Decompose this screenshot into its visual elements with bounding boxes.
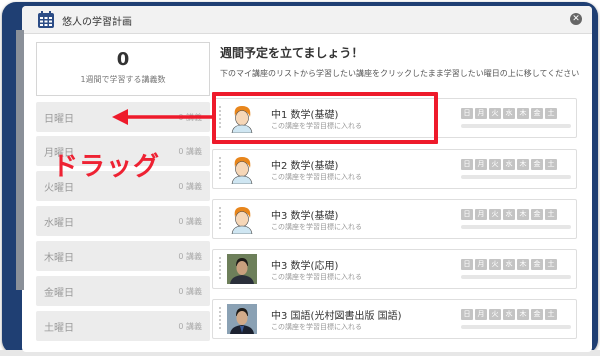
weekday-pill[interactable]: 木: [517, 259, 529, 270]
day-slot-saturday[interactable]: 土曜日 0 講義: [36, 311, 210, 341]
weekday-pill[interactable]: 木: [517, 108, 529, 119]
weekday-pills: 日 月 火 水 木 金 土: [461, 209, 557, 220]
course-progress-bar: [461, 325, 571, 329]
course-progress-bar: [461, 124, 571, 128]
course-card[interactable]: 中3 数学(応用) この講座を学習目標に入れる 日 月 火 水 木 金 土: [212, 249, 577, 289]
drag-arrow-icon: [112, 109, 216, 125]
teacher-avatar-icon: [231, 157, 253, 184]
weekday-pill[interactable]: 月: [475, 309, 487, 320]
course-card[interactable]: 中3 国語(光村図書出版 国語) この講座を学習目標に入れる 日 月 火 水 木…: [212, 299, 577, 339]
weekday-pills: 日 月 火 水 木 金 土: [461, 159, 557, 170]
weekday-pill[interactable]: 金: [531, 259, 543, 270]
day-name: 水曜日: [44, 218, 74, 229]
weekday-pill[interactable]: 土: [545, 259, 557, 270]
add-to-goal-link[interactable]: この講座を学習目標に入れる: [271, 322, 362, 332]
drag-handle-icon[interactable]: [217, 157, 223, 181]
weekday-pills: 日 月 火 水 木 金 土: [461, 309, 557, 320]
weekday-pill[interactable]: 水: [503, 309, 515, 320]
window-title: 悠人の学習計画: [62, 17, 132, 28]
day-name: 金曜日: [44, 288, 74, 299]
weekday-pill[interactable]: 火: [489, 209, 501, 220]
day-count: 0 講義: [178, 322, 202, 331]
day-count: 0 講義: [178, 287, 202, 296]
weekday-pill[interactable]: 木: [517, 159, 529, 170]
day-slot-thursday[interactable]: 木曜日 0 講義: [36, 241, 210, 271]
course-progress-bar: [461, 175, 571, 179]
day-count: 0 講義: [178, 217, 202, 226]
course-card[interactable]: 中2 数学(基礎) この講座を学習目標に入れる 日 月 火 水 木 金 土: [212, 149, 577, 189]
course-card[interactable]: 中3 数学(基礎) この講座を学習目標に入れる 日 月 火 水 木 金 土: [212, 199, 577, 239]
weekday-pill[interactable]: 月: [475, 209, 487, 220]
weekday-pill[interactable]: 月: [475, 159, 487, 170]
weekly-total-label: 1週間で学習する講義数: [80, 75, 166, 84]
weekday-pill[interactable]: 火: [489, 159, 501, 170]
day-count: 0 講義: [178, 147, 202, 156]
weekday-pill[interactable]: 水: [503, 259, 515, 270]
weekday-pill[interactable]: 火: [489, 259, 501, 270]
day-count: 0 講義: [178, 252, 202, 261]
calendar-icon: [38, 11, 54, 28]
course-progress-bar: [461, 225, 571, 229]
course-name: 中2 数学(基礎): [271, 161, 339, 172]
day-name: 木曜日: [44, 253, 74, 264]
weekday-pill[interactable]: 日: [461, 159, 473, 170]
day-name: 日曜日: [44, 114, 74, 125]
weekday-pill[interactable]: 日: [461, 309, 473, 320]
add-to-goal-link[interactable]: この講座を学習目標に入れる: [271, 172, 362, 182]
titlebar: 悠人の学習計画 ✕: [22, 6, 592, 34]
weekday-pill[interactable]: 火: [489, 309, 501, 320]
weekday-pill[interactable]: 日: [461, 209, 473, 220]
instruction-text: 下のマイ講座のリストから学習したい講座をクリックしたまま学習したい曜日の上に移し…: [220, 69, 580, 78]
weekday-pill[interactable]: 金: [531, 309, 543, 320]
weekday-pill[interactable]: 金: [531, 159, 543, 170]
weekday-pill[interactable]: 火: [489, 108, 501, 119]
day-slot-friday[interactable]: 金曜日 0 講義: [36, 276, 210, 306]
drag-handle-icon[interactable]: [217, 257, 223, 281]
add-to-goal-link[interactable]: この講座を学習目標に入れる: [271, 222, 362, 232]
drag-handle-icon[interactable]: [217, 207, 223, 231]
weekday-pill[interactable]: 木: [517, 309, 529, 320]
add-to-goal-link[interactable]: この講座を学習目標に入れる: [271, 272, 362, 282]
weekday-pills: 日 月 火 水 木 金 土: [461, 259, 557, 270]
weekly-total-box: 0 1週間で学習する講義数: [36, 42, 210, 96]
teacher-photo-icon: [227, 254, 257, 284]
weekday-pill[interactable]: 土: [545, 309, 557, 320]
course-name: 中3 国語(光村図書出版 国語): [271, 311, 402, 322]
teacher-photo-icon: [227, 304, 257, 334]
weekday-pill[interactable]: 木: [517, 209, 529, 220]
weekday-pill[interactable]: 金: [531, 108, 543, 119]
course-progress-bar: [461, 275, 571, 279]
course-name: 中3 数学(応用): [271, 261, 339, 272]
drag-handle-icon[interactable]: [217, 307, 223, 331]
drag-annotation-label: ドラッグ: [52, 152, 161, 182]
highlight-box: [212, 92, 438, 144]
weekday-pill[interactable]: 土: [545, 108, 557, 119]
weekday-pill[interactable]: 日: [461, 108, 473, 119]
day-name: 土曜日: [44, 323, 74, 334]
weekday-pill[interactable]: 月: [475, 108, 487, 119]
day-count: 0 講義: [178, 182, 202, 191]
weekday-pill[interactable]: 水: [503, 159, 515, 170]
weekday-pill[interactable]: 月: [475, 259, 487, 270]
weekday-pill[interactable]: 金: [531, 209, 543, 220]
weekday-pill[interactable]: 土: [545, 209, 557, 220]
close-icon[interactable]: ✕: [570, 13, 582, 25]
page-heading: 週間予定を立てましょう！: [220, 46, 364, 60]
weekday-pill[interactable]: 水: [503, 209, 515, 220]
weekday-pill[interactable]: 日: [461, 259, 473, 270]
course-name: 中3 数学(基礎): [271, 211, 339, 222]
day-slot-wednesday[interactable]: 水曜日 0 講義: [36, 206, 210, 236]
weekday-pill[interactable]: 水: [503, 108, 515, 119]
teacher-avatar-icon: [231, 207, 253, 234]
left-edge-stripe: [16, 30, 24, 290]
weekly-total-count: 0: [116, 49, 130, 70]
weekday-pill[interactable]: 土: [545, 159, 557, 170]
weekday-pills: 日 月 火 水 木 金 土: [461, 108, 557, 119]
